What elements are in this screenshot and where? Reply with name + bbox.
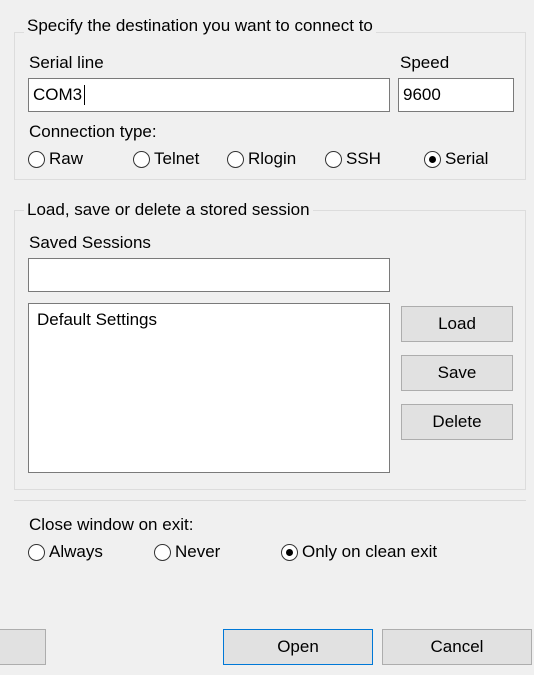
radio-raw-icon [28,150,45,168]
radio-always[interactable]: Always [28,542,103,562]
radio-rlogin[interactable]: Rlogin [227,149,296,169]
connection-type-label: Connection type: [29,122,157,141]
radio-telnet-label: Telnet [154,149,200,168]
radio-ssh-label: SSH [346,149,381,168]
load-button[interactable]: Load [401,306,513,342]
radio-raw[interactable]: Raw [28,149,83,169]
radio-rlogin-icon [227,150,244,168]
radio-only-on-clean-exit-icon [281,543,298,561]
cancel-button[interactable]: Cancel [382,629,532,665]
radio-raw-label: Raw [49,149,84,168]
radio-serial-label: Serial [445,149,489,168]
radio-only-on-clean-exit-label: Only on clean exit [302,542,438,561]
serial-line-value: COM3 [33,85,83,104]
list-item-default-settings[interactable]: Default Settings [37,310,157,330]
radio-never-icon [154,543,171,561]
separator-line [14,500,526,501]
radio-telnet-icon [133,150,150,168]
open-button[interactable]: Open [223,629,373,665]
close-window-label: Close window on exit: [29,515,194,534]
speed-value: 9600 [403,85,441,104]
sessions-listbox[interactable]: Default Settings [28,303,390,473]
save-button[interactable]: Save [401,355,513,391]
radio-always-label: Always [49,542,103,561]
radio-ssh-icon [325,150,342,168]
radio-serial[interactable]: Serial [424,149,488,169]
saved-sessions-input[interactable] [28,258,390,292]
radio-always-icon [28,543,45,561]
radio-never-label: Never [175,542,221,561]
serial-line-label: Serial line [29,53,104,72]
radio-only-on-clean-exit[interactable]: Only on clean exit [281,542,437,562]
speed-input[interactable]: 9600 [398,78,514,112]
serial-line-input[interactable]: COM3 [28,78,390,112]
saved-sessions-label: Saved Sessions [29,233,151,252]
sessions-group-title: Load, save or delete a stored session [24,200,313,220]
radio-rlogin-label: Rlogin [248,149,297,168]
radio-serial-icon [424,150,441,168]
radio-telnet[interactable]: Telnet [133,149,199,169]
speed-label: Speed [400,53,450,72]
delete-button[interactable]: Delete [401,404,513,440]
radio-ssh[interactable]: SSH [325,149,381,169]
text-caret [84,85,85,105]
destination-group-title: Specify the destination you want to conn… [24,16,376,36]
about-button[interactable] [0,629,46,665]
radio-never[interactable]: Never [154,542,220,562]
